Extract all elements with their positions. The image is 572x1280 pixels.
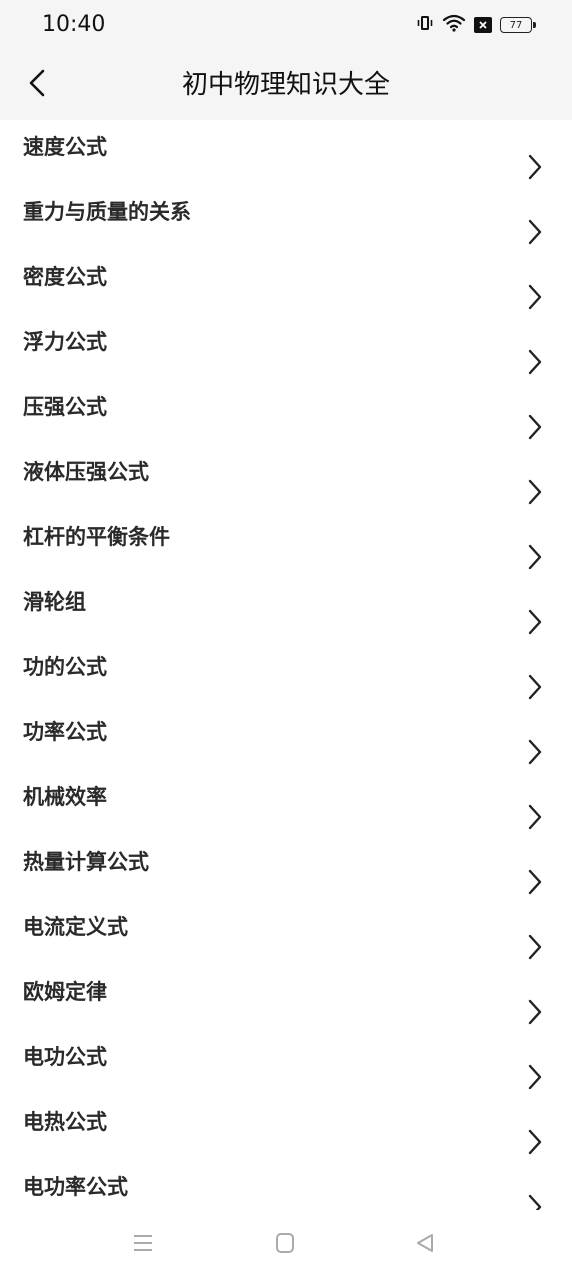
menu-button[interactable] (128, 1230, 158, 1260)
list-item[interactable]: 欧姆定律 (0, 965, 572, 1030)
chevron-right-icon (528, 1194, 542, 1210)
topic-list[interactable]: 速度公式重力与质量的关系 密度公式浮力公式压强公式液体压强公式 杠杆的平衡条件 滑轮组… (0, 120, 572, 1210)
list-item[interactable]: 功的公式 (0, 640, 572, 705)
chevron-right-icon (528, 544, 542, 570)
home-button[interactable] (270, 1230, 300, 1260)
list-item-label: 机械效率 (23, 785, 107, 809)
chevron-right-icon (528, 869, 542, 895)
list-item[interactable]: 重力与质量的关系 (0, 185, 572, 250)
chevron-right-icon (528, 284, 542, 310)
chevron-right-icon (528, 479, 542, 505)
list-item[interactable]: 热量计算公式 (0, 835, 572, 900)
list-item-label: 重力与质量的关系 (23, 200, 191, 224)
list-item-label: 滑轮组 (23, 590, 86, 614)
chevron-left-icon (27, 68, 47, 102)
list-item-label: 欧姆定律 (23, 980, 107, 1004)
battery-level: 77 (509, 19, 523, 31)
list-item-label: 电功率公式 (23, 1175, 128, 1199)
list-item-label: 热量计算公式 (23, 850, 149, 874)
status-icons: 77 (416, 14, 536, 36)
close-box-icon (474, 17, 492, 33)
list-item-label: 速度公式 (23, 135, 107, 159)
page-title: 初中物理知识大全 (181, 70, 390, 100)
chevron-right-icon (528, 674, 542, 700)
back-button[interactable] (14, 62, 60, 108)
chevron-right-icon (528, 349, 542, 375)
status-bar: 10:40 77 (0, 0, 572, 50)
list-item-label: 浮力公式 (23, 330, 107, 354)
menu-icon (131, 1231, 155, 1259)
list-item[interactable]: 电流定义式 (0, 900, 572, 965)
list-item[interactable]: 液体压强公式 (0, 445, 572, 510)
list-item[interactable]: 电功率公式 (0, 1160, 572, 1210)
list-item[interactable]: 压强公式 (0, 380, 572, 445)
list-item[interactable]: 密度公式 (0, 250, 572, 315)
list-item-label: 功率公式 (23, 720, 107, 744)
back-nav-button[interactable] (410, 1230, 440, 1260)
back-triangle-icon (413, 1231, 437, 1259)
chevron-right-icon (528, 804, 542, 830)
list-item[interactable]: 滑轮组 (0, 575, 572, 640)
list-item[interactable]: 机械效率 (0, 770, 572, 835)
list-item-label: 密度公式 (23, 265, 107, 289)
chevron-right-icon (528, 414, 542, 440)
list-item-label: 液体压强公式 (23, 460, 149, 484)
list-item-label: 电功公式 (23, 1045, 107, 1069)
list-item-label: 杠杆的平衡条件 (23, 525, 170, 549)
home-icon (273, 1231, 297, 1259)
wifi-icon (442, 14, 466, 36)
header: 初中物理知识大全 (0, 50, 572, 120)
list-item[interactable]: 功率公式 (0, 705, 572, 770)
vibrate-icon (416, 14, 434, 36)
chevron-right-icon (528, 739, 542, 765)
chevron-right-icon (528, 154, 542, 180)
list-item-label: 压强公式 (23, 395, 107, 419)
chevron-right-icon (528, 934, 542, 960)
list-item[interactable]: 电功公式 (0, 1030, 572, 1095)
list-item[interactable]: 速度公式 (0, 120, 572, 185)
chevron-right-icon (528, 1129, 542, 1155)
battery-icon: 77 (500, 17, 536, 33)
list-item-label: 电热公式 (23, 1110, 107, 1134)
chevron-right-icon (528, 609, 542, 635)
list-item-label: 电流定义式 (23, 915, 128, 939)
list-item-label: 功的公式 (23, 655, 107, 679)
list-item[interactable]: 浮力公式 (0, 315, 572, 380)
list-item[interactable]: 杠杆的平衡条件 (0, 510, 572, 575)
chevron-right-icon (528, 999, 542, 1025)
system-nav-bar (0, 1210, 572, 1280)
chevron-right-icon (528, 1064, 542, 1090)
list-item[interactable]: 电热公式 (0, 1095, 572, 1160)
status-time: 10:40 (42, 12, 106, 37)
chevron-right-icon (528, 219, 542, 245)
